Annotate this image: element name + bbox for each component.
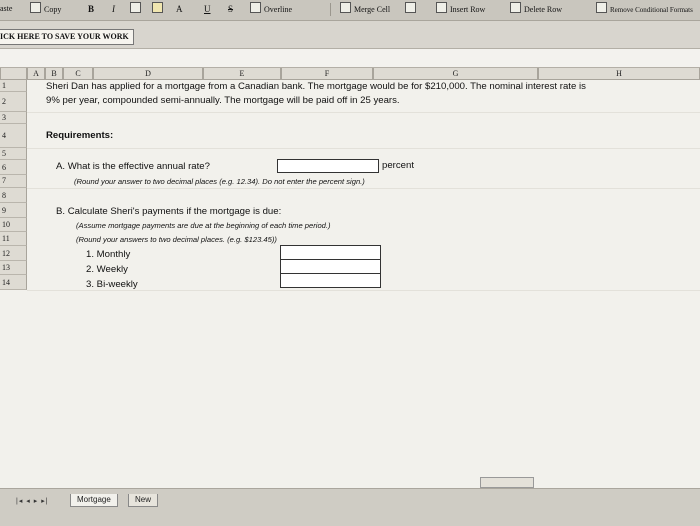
spreadsheet[interactable]: A B C D E F G H 1 2 3 4 5 6 7 8 9 10 11 … bbox=[0, 68, 700, 488]
row-header[interactable]: 6 bbox=[0, 160, 27, 175]
payment-monthly-label: 1. Monthly bbox=[86, 249, 131, 260]
percent-label: percent bbox=[382, 160, 414, 171]
row-header[interactable]: 12 bbox=[0, 246, 27, 261]
border-icon bbox=[130, 2, 141, 13]
bold-button[interactable]: B bbox=[88, 2, 94, 16]
horizontal-scrollbar[interactable] bbox=[480, 477, 534, 488]
row-header[interactable]: 7 bbox=[0, 175, 27, 188]
merge-cell-icon bbox=[340, 2, 351, 13]
column-header-b[interactable]: B bbox=[45, 68, 63, 80]
remove-conditional-formats-button[interactable]: Remove Conditional Formats bbox=[596, 2, 693, 16]
sheet-tab-new[interactable]: New bbox=[128, 494, 159, 507]
insert-row-icon bbox=[436, 2, 447, 13]
border-button[interactable] bbox=[130, 2, 144, 16]
font-color-button[interactable]: A bbox=[176, 2, 183, 16]
question-b-note-2: (Round your answers to two decimal place… bbox=[76, 235, 277, 244]
save-button[interactable]: ICK HERE TO SAVE YOUR WORK bbox=[0, 29, 134, 45]
column-header-c[interactable]: C bbox=[63, 68, 93, 80]
copy-button[interactable]: Copy bbox=[30, 2, 61, 16]
indent-icon bbox=[405, 2, 416, 13]
delete-row-icon bbox=[510, 2, 521, 13]
copy-icon bbox=[30, 2, 41, 13]
weekly-payment-input[interactable] bbox=[280, 259, 381, 274]
column-header-h[interactable]: H bbox=[538, 68, 700, 80]
trash-icon bbox=[596, 2, 607, 13]
row-header[interactable]: 3 bbox=[0, 112, 27, 124]
row-header[interactable]: 8 bbox=[0, 188, 27, 203]
effective-rate-input[interactable] bbox=[277, 159, 379, 173]
fill-color-button[interactable] bbox=[152, 2, 166, 16]
question-a: A. What is the effective annual rate? bbox=[56, 161, 210, 172]
sheet-tab-bar: |◂ ◂ ▸ ▸| Mortgage New bbox=[0, 488, 700, 526]
row-header[interactable]: 10 bbox=[0, 218, 27, 232]
grid-line bbox=[27, 148, 700, 149]
row-header[interactable]: 5 bbox=[0, 148, 27, 160]
strikethrough-button[interactable]: S bbox=[228, 2, 233, 16]
column-header-d[interactable]: D bbox=[93, 68, 203, 80]
paste-button[interactable]: aste bbox=[0, 2, 12, 16]
payment-biweekly-label: 3. Bi-weekly bbox=[86, 279, 138, 290]
row-header[interactable]: 2 bbox=[0, 92, 27, 112]
column-header-e[interactable]: E bbox=[203, 68, 281, 80]
row-header[interactable]: 11 bbox=[0, 232, 27, 246]
italic-button[interactable]: I bbox=[112, 2, 115, 16]
row-header[interactable]: 9 bbox=[0, 203, 27, 218]
overline-button[interactable]: Overline bbox=[250, 2, 292, 16]
question-b: B. Calculate Sheri's payments if the mor… bbox=[56, 206, 282, 217]
fill-color-icon bbox=[152, 2, 163, 13]
biweekly-payment-input[interactable] bbox=[280, 273, 381, 288]
toolbar-divider bbox=[330, 3, 331, 16]
column-header-f[interactable]: F bbox=[281, 68, 373, 80]
grid-line bbox=[27, 112, 700, 113]
requirements-heading: Requirements: bbox=[46, 130, 114, 141]
underline-icon: U bbox=[204, 4, 211, 14]
underline-button[interactable]: U bbox=[204, 2, 211, 16]
merge-cell-button[interactable]: Merge Cell bbox=[340, 2, 390, 16]
column-header-g[interactable]: G bbox=[373, 68, 538, 80]
row-header[interactable]: 1 bbox=[0, 80, 27, 92]
font-color-icon: A bbox=[176, 4, 183, 14]
formula-bar[interactable] bbox=[0, 48, 700, 68]
toolbar: aste Copy B I A U S Overline Merge Cell … bbox=[0, 0, 700, 21]
sheet-tab-mortgage[interactable]: Mortgage bbox=[70, 494, 118, 507]
problem-text-line-2: 9% per year, compounded semi-annually. T… bbox=[46, 95, 400, 106]
column-header-a[interactable]: A bbox=[27, 68, 45, 80]
row-header[interactable]: 13 bbox=[0, 261, 27, 275]
question-a-note: (Round your answer to two decimal places… bbox=[74, 177, 365, 186]
row-header[interactable]: 14 bbox=[0, 275, 27, 290]
grid-line bbox=[27, 188, 700, 189]
payment-weekly-label: 2. Weekly bbox=[86, 264, 128, 275]
indent-button[interactable] bbox=[405, 2, 419, 16]
strikethrough-icon: S bbox=[228, 4, 234, 14]
delete-row-button[interactable]: Delete Row bbox=[510, 2, 562, 16]
row-header[interactable]: 4 bbox=[0, 124, 27, 148]
problem-text-line-1: Sheri Dan has applied for a mortgage fro… bbox=[46, 81, 586, 92]
grid-line bbox=[27, 290, 700, 291]
select-all-corner[interactable] bbox=[0, 68, 27, 80]
overline-icon bbox=[250, 2, 261, 13]
sheet-navigation-arrows-icon[interactable]: |◂ ◂ ▸ ▸| bbox=[16, 497, 49, 505]
insert-row-button[interactable]: Insert Row bbox=[436, 2, 485, 16]
question-b-note-1: (Assume mortgage payments are due at the… bbox=[76, 221, 331, 230]
monthly-payment-input[interactable] bbox=[280, 245, 381, 260]
